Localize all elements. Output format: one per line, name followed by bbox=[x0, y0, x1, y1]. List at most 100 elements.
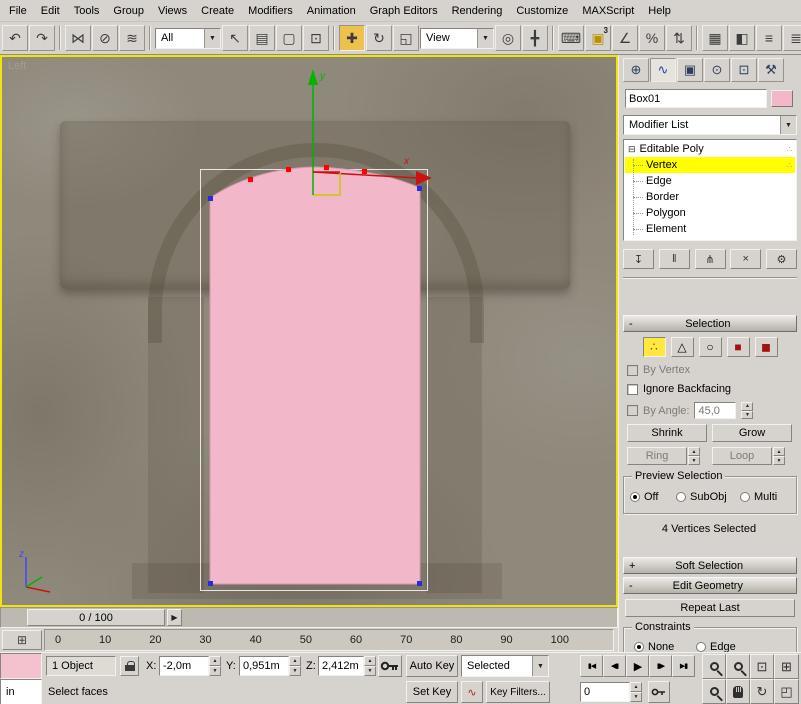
spinner-up-icon[interactable]: ▲ bbox=[630, 682, 642, 692]
border-mode-icon[interactable]: ○ bbox=[699, 337, 722, 357]
reference-coordsys-dropdown[interactable]: View ▼ bbox=[420, 28, 494, 49]
selection-filter-dropdown[interactable]: All ▼ bbox=[155, 28, 221, 49]
repeat-last-button[interactable]: Repeat Last bbox=[625, 599, 795, 617]
grow-button[interactable]: Grow bbox=[712, 424, 792, 442]
key-mode-toggle-icon[interactable] bbox=[648, 681, 670, 703]
edge-mode-icon[interactable]: △ bbox=[671, 337, 694, 357]
tab-motion-icon[interactable]: ⊙ bbox=[704, 58, 730, 82]
by-angle-spinner[interactable]: ▲ ▼ bbox=[741, 402, 753, 419]
preview-multi-radio[interactable]: Multi bbox=[740, 491, 777, 503]
window-crossing-icon[interactable]: ⊡ bbox=[303, 25, 329, 51]
menu-rendering[interactable]: Rendering bbox=[445, 1, 510, 21]
spinner-up-icon[interactable]: ▲ bbox=[209, 656, 221, 666]
gizmo-plane-handle[interactable] bbox=[313, 172, 340, 195]
angle-snap-icon[interactable]: ∠ bbox=[612, 25, 638, 51]
spinner-snap-icon[interactable]: ⇅ bbox=[666, 25, 692, 51]
configure-modifier-sets-icon[interactable]: ⚙ bbox=[766, 249, 797, 269]
vertex-mode-icon[interactable]: ∴ bbox=[643, 337, 666, 357]
selection-rollout-header[interactable]: - Selection bbox=[623, 315, 797, 332]
gizmo-x-axis[interactable] bbox=[313, 172, 418, 178]
spinner-down-icon[interactable]: ▼ bbox=[630, 692, 642, 702]
stack-item-edge[interactable]: Edge bbox=[625, 173, 795, 189]
z-coord-spinner[interactable]: ▲ ▼ bbox=[364, 656, 376, 676]
goto-end-icon[interactable]: ▶▮ bbox=[672, 655, 695, 677]
stack-item-vertex[interactable]: Vertex ∴ bbox=[625, 157, 795, 173]
radio-icon[interactable] bbox=[696, 642, 706, 652]
poly-face[interactable] bbox=[210, 167, 420, 584]
select-and-manipulate-icon[interactable]: ╋ bbox=[522, 25, 548, 51]
set-keys-key-icon[interactable] bbox=[378, 655, 402, 677]
menu-tools[interactable]: Tools bbox=[67, 1, 107, 21]
stack-item-border[interactable]: Border bbox=[625, 189, 795, 205]
time-slider-handle[interactable]: 0 / 100 bbox=[27, 609, 165, 626]
zoom-extents-all-icon[interactable]: ⊞ bbox=[774, 654, 799, 679]
snap-toggle-icon[interactable]: ▣3 bbox=[585, 25, 611, 51]
radio-icon[interactable] bbox=[634, 642, 644, 652]
default-tangent-icon[interactable]: ∿ bbox=[461, 681, 483, 703]
soft-selection-rollout-header[interactable]: + Soft Selection bbox=[623, 557, 797, 574]
tab-create-icon[interactable]: ⊕ bbox=[623, 58, 649, 82]
redo-icon[interactable]: ↷ bbox=[29, 25, 55, 51]
remove-modifier-icon[interactable]: × bbox=[730, 249, 761, 269]
percent-snap-icon[interactable]: % bbox=[639, 25, 665, 51]
preview-off-radio[interactable]: Off bbox=[630, 491, 658, 503]
editable-poly-object[interactable] bbox=[196, 160, 428, 590]
spinner-down-icon[interactable]: ▼ bbox=[741, 411, 753, 420]
spinner-up-icon[interactable]: ▲ bbox=[741, 402, 753, 411]
shrink-button[interactable]: Shrink bbox=[627, 424, 707, 442]
pan-view-icon[interactable] bbox=[726, 679, 750, 704]
menu-help[interactable]: Help bbox=[641, 1, 678, 21]
undo-icon[interactable]: ↶ bbox=[2, 25, 28, 51]
spinner-up-icon[interactable]: ▲ bbox=[688, 447, 700, 456]
previous-frame-icon[interactable]: ◀▮ bbox=[603, 655, 626, 677]
menu-customize[interactable]: Customize bbox=[509, 1, 575, 21]
menu-group[interactable]: Group bbox=[106, 1, 151, 21]
tab-display-icon[interactable]: ⊡ bbox=[731, 58, 757, 82]
selection-lock-icon[interactable] bbox=[120, 656, 139, 676]
menu-modifiers[interactable]: Modifiers bbox=[241, 1, 300, 21]
zoom-extents-icon[interactable]: ⊡ bbox=[750, 654, 774, 679]
next-frame-arrow[interactable]: ▶ bbox=[167, 609, 182, 626]
select-and-scale-icon[interactable]: ◱ bbox=[393, 25, 419, 51]
by-vertex-checkbox[interactable] bbox=[627, 365, 638, 376]
chevron-down-icon[interactable]: ▼ bbox=[532, 656, 548, 676]
pin-stack-icon[interactable]: ↧ bbox=[623, 249, 654, 269]
x-coord-spinner[interactable]: ▲ ▼ bbox=[209, 656, 221, 676]
spinner-up-icon[interactable]: ▲ bbox=[364, 656, 376, 666]
by-angle-checkbox[interactable] bbox=[627, 405, 638, 416]
collapse-icon[interactable]: ⊟ bbox=[628, 144, 636, 155]
chevron-down-icon[interactable]: ▼ bbox=[477, 29, 493, 48]
menu-create[interactable]: Create bbox=[194, 1, 241, 21]
time-slider-track[interactable]: 0 / 100 ▶ bbox=[0, 607, 618, 628]
element-mode-icon[interactable]: ◼ bbox=[755, 337, 778, 357]
spinner-down-icon[interactable]: ▼ bbox=[688, 456, 700, 465]
menu-edit[interactable]: Edit bbox=[34, 1, 67, 21]
menu-file[interactable]: File bbox=[2, 1, 34, 21]
loop-button[interactable]: Loop bbox=[712, 447, 772, 465]
preview-subobj-radio[interactable]: SubObj bbox=[676, 491, 727, 503]
tab-utilities-icon[interactable]: ⚒ bbox=[758, 58, 784, 82]
by-angle-field[interactable] bbox=[694, 402, 736, 419]
arc-rotate-icon[interactable]: ↻ bbox=[750, 679, 774, 704]
select-and-move-icon[interactable]: ✚ bbox=[339, 25, 365, 51]
next-frame-icon[interactable]: ▮▶ bbox=[649, 655, 672, 677]
x-coord-field[interactable] bbox=[159, 656, 209, 676]
chevron-down-icon[interactable]: ▼ bbox=[780, 116, 796, 134]
spinner-down-icon[interactable]: ▼ bbox=[773, 456, 785, 465]
mirror-icon[interactable]: ◧ bbox=[729, 25, 755, 51]
use-pivot-center-icon[interactable]: ◎ bbox=[495, 25, 521, 51]
mini-curve-editor-icon[interactable]: ⊞ bbox=[2, 630, 42, 650]
layer-manager-icon[interactable]: ≣ bbox=[783, 25, 801, 51]
zoom-all-icon[interactable] bbox=[726, 654, 750, 679]
transform-gizmo[interactable]: y x bbox=[232, 65, 442, 205]
auto-key-button[interactable]: Auto Key bbox=[406, 655, 458, 677]
loop-spinner[interactable]: ▲ ▼ bbox=[773, 447, 785, 465]
goto-start-icon[interactable]: ▮◀ bbox=[580, 655, 603, 677]
select-object-icon[interactable]: ↖ bbox=[222, 25, 248, 51]
ring-button[interactable]: Ring bbox=[627, 447, 687, 465]
menu-graph-editors[interactable]: Graph Editors bbox=[363, 1, 445, 21]
radio-icon[interactable] bbox=[740, 492, 750, 502]
frame-spinner[interactable]: ▲ ▼ bbox=[630, 682, 642, 702]
modifier-list-dropdown[interactable]: Modifier List ▼ bbox=[623, 115, 797, 135]
menu-maxscript[interactable]: MAXScript bbox=[575, 1, 641, 21]
